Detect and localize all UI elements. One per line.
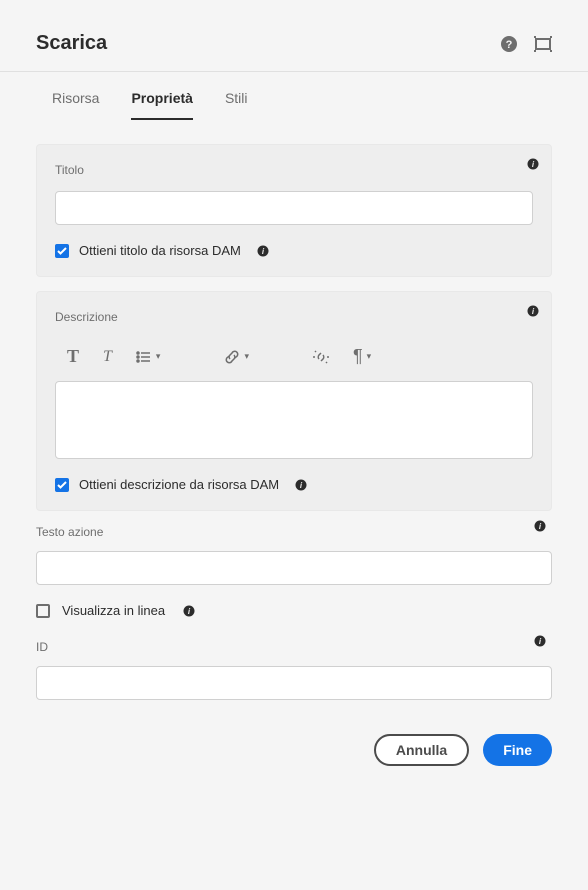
- info-icon[interactable]: i: [183, 605, 195, 617]
- tab-risorsa[interactable]: Risorsa: [52, 90, 99, 120]
- cancel-button[interactable]: Annulla: [374, 734, 469, 766]
- help-icon[interactable]: ?: [500, 35, 518, 53]
- info-icon[interactable]: i: [534, 634, 546, 646]
- fullscreen-icon[interactable]: [534, 35, 552, 53]
- info-icon[interactable]: i: [295, 479, 307, 491]
- info-icon[interactable]: i: [527, 304, 539, 316]
- info-icon[interactable]: i: [257, 245, 269, 257]
- dialog-title: Scarica: [36, 32, 107, 55]
- svg-text:?: ?: [506, 39, 513, 51]
- dialog-header: Scarica ?: [0, 0, 588, 72]
- testo-azione-input[interactable]: [36, 551, 552, 585]
- id-input[interactable]: [36, 666, 552, 700]
- titolo-input[interactable]: [55, 191, 533, 225]
- tab-proprieta[interactable]: Proprietà: [131, 90, 192, 120]
- tabs: Risorsa Proprietà Stili: [0, 72, 588, 120]
- field-testo-azione: i Testo azione: [36, 525, 552, 585]
- tab-stili[interactable]: Stili: [225, 90, 248, 120]
- descrizione-label: Descrizione: [55, 310, 533, 324]
- titolo-label: Titolo: [55, 163, 533, 177]
- rte-italic-icon[interactable]: T: [103, 348, 112, 366]
- field-id: i ID: [36, 640, 552, 700]
- descrizione-input[interactable]: [55, 381, 533, 459]
- rte-paragraph-icon[interactable]: ¶▾: [353, 346, 371, 367]
- checkbox-descrizione-dam-label: Ottieni descrizione da risorsa DAM: [79, 477, 279, 492]
- section-titolo: i Titolo Ottieni titolo da risorsa DAM i: [36, 144, 552, 277]
- dialog-footer: Annulla Fine: [0, 716, 588, 784]
- rte-toolbar: T T ▾ ▾ ¶▾: [55, 338, 533, 371]
- checkbox-visualizza-in-linea[interactable]: [36, 604, 50, 618]
- checkbox-visualizza-in-linea-label: Visualizza in linea: [62, 603, 165, 618]
- rte-link-icon[interactable]: ▾: [224, 349, 249, 365]
- rte-list-icon[interactable]: ▾: [136, 349, 161, 365]
- testo-azione-label: Testo azione: [36, 525, 552, 539]
- checkbox-titolo-dam[interactable]: [55, 244, 69, 258]
- rte-bold-icon[interactable]: T: [67, 346, 79, 367]
- checkbox-titolo-dam-label: Ottieni titolo da risorsa DAM: [79, 243, 241, 258]
- info-icon[interactable]: i: [527, 157, 539, 169]
- section-descrizione: i Descrizione T T ▾ ▾ ¶▾ Ottieni descriz…: [36, 291, 552, 511]
- done-button[interactable]: Fine: [483, 734, 552, 766]
- info-icon[interactable]: i: [534, 519, 546, 531]
- rte-unlink-icon[interactable]: [313, 349, 329, 365]
- id-label: ID: [36, 640, 552, 654]
- checkbox-descrizione-dam[interactable]: [55, 478, 69, 492]
